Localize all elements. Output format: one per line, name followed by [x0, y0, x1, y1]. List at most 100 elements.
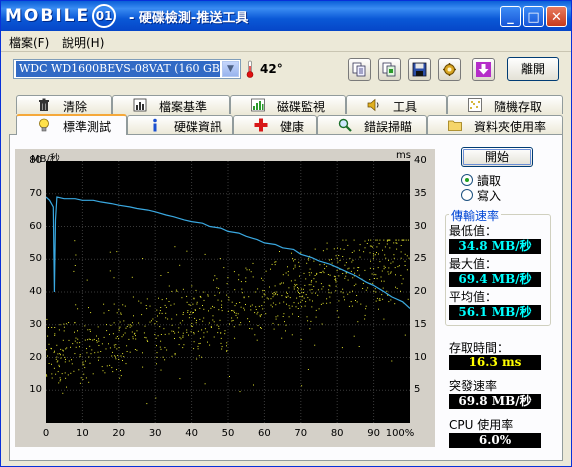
access-time-point [131, 331, 133, 333]
access-time-point [111, 367, 113, 369]
access-time-point [164, 333, 166, 335]
access-time-point [294, 264, 296, 266]
tab-tools[interactable]: 工具 [346, 95, 447, 114]
tab-disk-monitor[interactable]: 磁碟監視 [230, 95, 346, 114]
access-time-point [122, 334, 124, 336]
access-time-point [189, 304, 191, 306]
access-time-point [116, 369, 117, 371]
access-time-point [297, 287, 298, 288]
access-time-point [352, 259, 354, 261]
access-time-point [120, 312, 122, 314]
menu-file[interactable]: 檔案(F) [9, 34, 49, 51]
tab-error-scan[interactable]: 錯誤掃瞄 [317, 115, 427, 134]
access-time-point [404, 334, 406, 336]
title-bar[interactable]: MOBILE 01 - 硬碟檢測-推送工具 _ □ ✕ [1, 1, 571, 31]
access-time-point [124, 305, 126, 307]
tab-health[interactable]: 健康 [233, 115, 317, 134]
y-right-tick-label: 30 [414, 220, 427, 232]
access-time-point [174, 246, 176, 248]
access-time-point [118, 327, 120, 329]
access-time-point [195, 289, 197, 291]
access-time-point [226, 350, 227, 352]
access-time-point [200, 296, 202, 298]
access-time-point [343, 296, 345, 298]
access-time-point [112, 333, 114, 335]
access-time-point [58, 366, 60, 368]
access-time-point [174, 353, 176, 354]
tab-file-benchmark[interactable]: 檔案基準 [112, 95, 230, 114]
access-time-point [135, 335, 136, 337]
tab-disk-info[interactable]: 硬碟資訊 [127, 115, 233, 134]
access-time-point [398, 265, 400, 267]
access-time-point [307, 320, 309, 322]
access-time-point [77, 308, 79, 310]
access-time-point [113, 344, 115, 346]
access-time-point [353, 250, 355, 252]
access-time-point [298, 265, 300, 267]
copy-text-button[interactable] [348, 58, 371, 81]
access-time-point [315, 292, 316, 294]
access-time-point [275, 304, 277, 306]
access-time-point [365, 308, 367, 310]
access-time-point [152, 318, 154, 320]
access-time-point [383, 280, 385, 282]
access-time-point [177, 331, 179, 333]
access-time-point [65, 348, 67, 350]
access-time-point [261, 296, 263, 298]
save-button[interactable] [408, 58, 431, 81]
access-time-point [108, 310, 110, 311]
menu-help[interactable]: 說明(H) [62, 34, 104, 51]
access-time-point [342, 273, 344, 274]
settings-button[interactable] [438, 58, 461, 81]
access-time-point [131, 276, 133, 278]
tab-erase[interactable]: 清除 [16, 95, 112, 114]
access-time-point [66, 386, 67, 388]
access-time-point [47, 355, 48, 357]
access-time-point [292, 258, 294, 260]
access-time-point [294, 259, 296, 261]
maximize-button[interactable]: □ [523, 6, 544, 27]
copy-screenshot-button[interactable] [378, 58, 401, 81]
access-time-point [239, 324, 241, 326]
access-time-point [103, 336, 105, 338]
access-time-point [293, 268, 295, 270]
close-button[interactable]: ✕ [546, 6, 567, 27]
access-time-point [122, 360, 123, 361]
access-time-point [164, 347, 166, 349]
access-time-point [312, 300, 313, 302]
access-time-point [88, 381, 90, 383]
access-time-point [146, 403, 148, 405]
start-button[interactable]: 開始 [461, 147, 533, 167]
tab-benchmark[interactable]: 標準測試 [16, 114, 127, 135]
minimize-button[interactable]: _ [500, 6, 521, 27]
access-time-point [156, 352, 158, 354]
tab-random-access[interactable]: 隨機存取 [447, 95, 563, 114]
y-left-tick-label: 80 [29, 155, 42, 166]
tab-folder-usage[interactable]: 資料夾使用率 [427, 115, 563, 134]
access-time-point [344, 299, 345, 301]
access-time-point [379, 298, 381, 300]
access-time-point [122, 353, 124, 355]
access-time-point [235, 314, 237, 316]
access-time-point [245, 304, 246, 305]
chevron-down-icon[interactable]: ▼ [222, 61, 239, 77]
drive-select[interactable]: WDC WD1600BEVS-08VAT (160 GB) ▼ [13, 59, 241, 79]
access-time-point [328, 292, 330, 294]
access-time-point [203, 317, 205, 319]
exit-button[interactable]: 離開 [507, 57, 559, 81]
access-time-point [113, 322, 115, 324]
access-time-point [190, 331, 192, 333]
access-time-point [287, 274, 289, 276]
access-time-point [213, 336, 215, 338]
access-time-point [186, 301, 188, 303]
access-time-point [377, 267, 379, 269]
write-radio[interactable] [461, 189, 473, 201]
access-time-point [296, 297, 298, 299]
access-time-point [323, 272, 325, 274]
read-radio[interactable] [461, 174, 473, 186]
access-time-point [68, 360, 70, 362]
access-time-point [101, 366, 103, 368]
download-button[interactable] [472, 58, 495, 81]
access-time-point [364, 247, 366, 249]
access-time-point [62, 392, 64, 394]
